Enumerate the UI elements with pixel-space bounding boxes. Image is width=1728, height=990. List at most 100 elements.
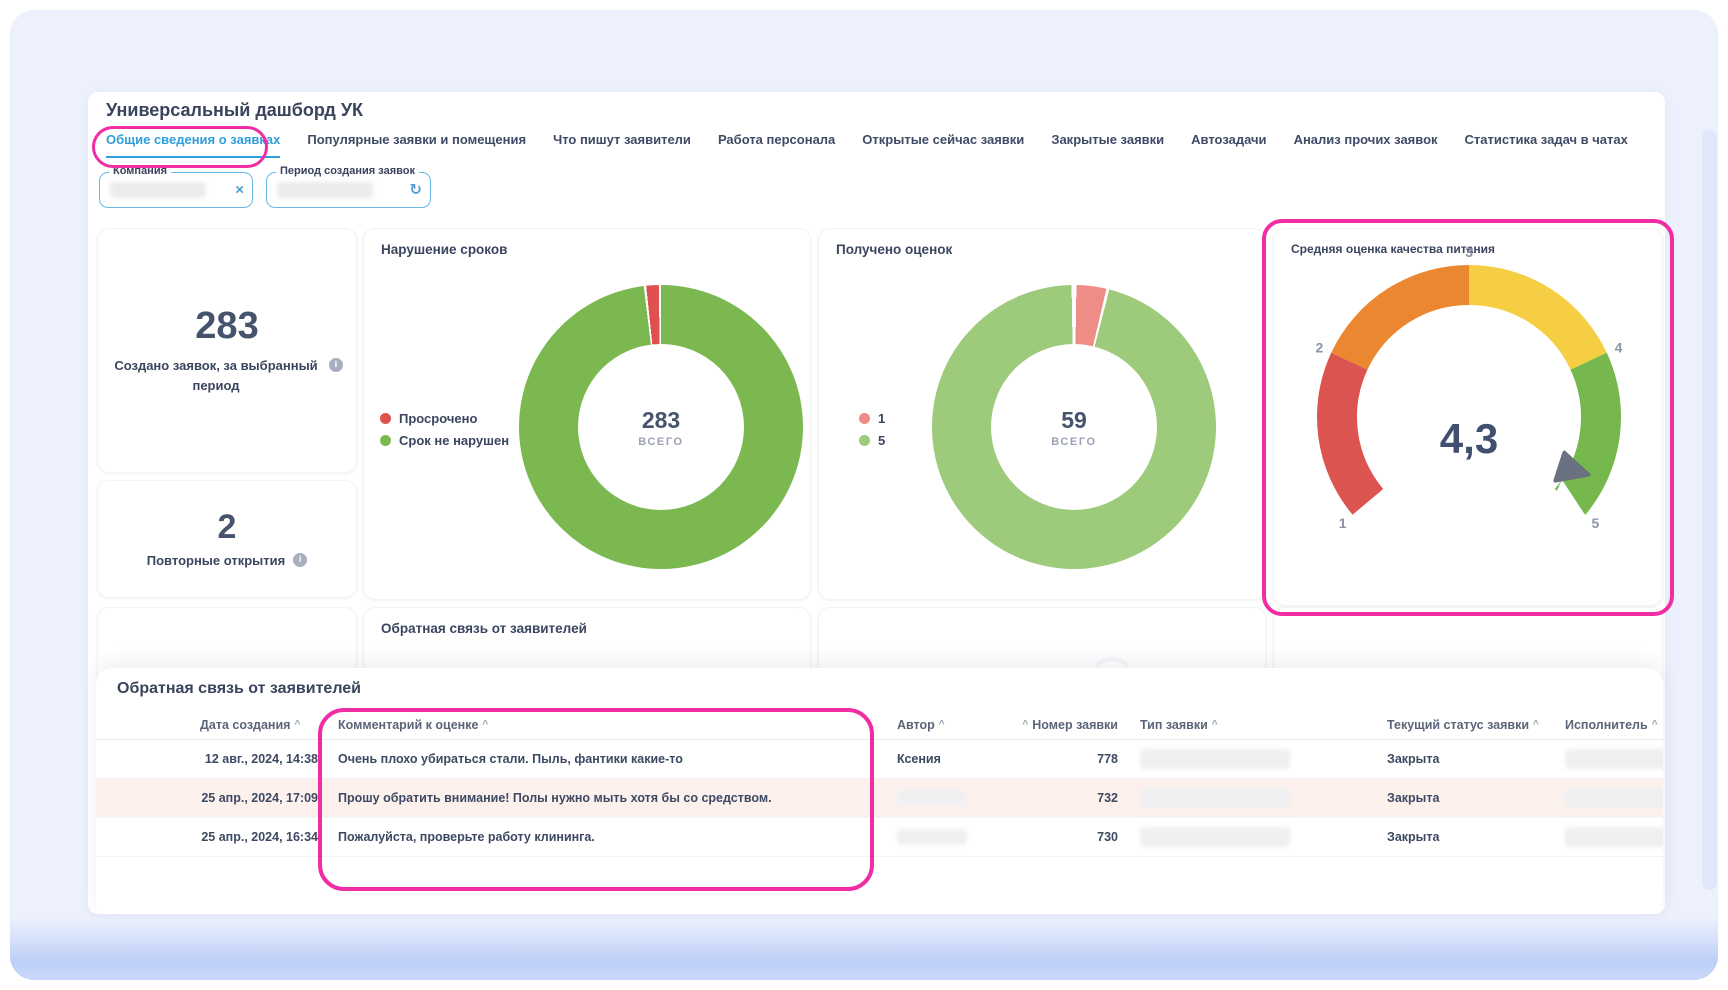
reset-icon[interactable]: ↻ [409, 183, 422, 198]
table-row[interactable]: 25 апр., 2024, 17:09 Прошу обратить вним… [96, 779, 1663, 818]
card-title: Получено оценок [836, 242, 952, 257]
feedback-panel: Обратная связь от заявителей Дата создан… [96, 668, 1663, 914]
column-label: Номер заявки [1032, 718, 1118, 732]
created-requests-label-text: Создано заявок, за выбранный период [114, 358, 317, 393]
sort-caret-icon[interactable]: ^ [1652, 719, 1658, 730]
sort-caret-icon[interactable]: ^ [1022, 719, 1028, 730]
column-label: Тип заявки [1140, 718, 1208, 732]
page-background: Универсальный дашборд УК Общие сведения … [10, 10, 1718, 980]
deadlines-chart-card: Нарушение сроков Просрочено Срок не нару… [363, 228, 811, 600]
sort-caret-icon[interactable]: ^ [294, 719, 300, 730]
redacted-request-type [1140, 788, 1290, 808]
cell-author [897, 779, 1007, 818]
redacted-author [897, 829, 967, 845]
redacted-author [897, 790, 967, 806]
tab-bar: Общие сведения о заявках Популярные заяв… [106, 132, 1628, 158]
donut-total: 283 [642, 407, 680, 434]
tab-open-requests[interactable]: Открытые сейчас заявки [862, 132, 1024, 156]
legend-label: Просрочено [399, 411, 477, 426]
company-filter[interactable]: Компания × [99, 172, 253, 208]
feedback-heading: Обратная связь от заявителей [117, 680, 361, 698]
period-filter-label: Период создания заявок [276, 165, 419, 177]
feedback-table-body: 12 авг., 2024, 14:38 Очень плохо убирать… [96, 740, 1663, 857]
svg-text:3: 3 [1465, 244, 1473, 260]
cell-author [897, 818, 1007, 857]
reopened-requests-label: Повторные открытия i [147, 551, 307, 571]
cell-comment: Пожалуйста, проверьте работу клининга. [338, 818, 878, 857]
column-label: Автор [897, 718, 935, 732]
legend-label: Срок не нарушен [399, 433, 509, 448]
column-header-status[interactable]: Текущий статус заявки ^ [1387, 710, 1537, 740]
company-filter-value-redacted [110, 182, 206, 198]
column-header-request-number[interactable]: ^ Номер заявки [1008, 710, 1118, 740]
column-label: Текущий статус заявки [1387, 718, 1529, 732]
sort-caret-icon[interactable]: ^ [1212, 719, 1218, 730]
cell-request-number: 732 [1008, 779, 1118, 818]
created-requests-card: 283 Создано заявок, за выбранный период … [97, 228, 357, 473]
column-header-assignee[interactable]: Исполнитель ^ [1565, 710, 1663, 740]
column-header-date[interactable]: Дата создания^ [200, 710, 318, 740]
donut-center: 59 ВСЕГО [932, 285, 1216, 569]
tab-what-applicants-write[interactable]: Что пишут заявители [553, 132, 691, 156]
tab-closed-requests[interactable]: Закрытые заявки [1051, 132, 1164, 156]
legend-item-rating-5: 5 [859, 433, 885, 448]
cell-status: Закрыта [1387, 818, 1537, 857]
food-quality-gauge-chart[interactable]: 1 2 3 4 5 4,3 [1274, 229, 1664, 589]
legend-dot [380, 435, 391, 446]
cell-request-type [1140, 779, 1300, 818]
period-filter[interactable]: Период создания заявок ↻ [266, 172, 431, 208]
ratings-chart-card: Получено оценок 1 5 59 ВСЕГО [818, 228, 1266, 600]
column-header-request-type[interactable]: Тип заявки ^ [1140, 710, 1300, 740]
svg-text:5: 5 [1591, 515, 1599, 531]
author-text: Ксения [897, 752, 941, 766]
column-header-comment[interactable]: Комментарий к оценке^ [338, 710, 878, 740]
column-header-author[interactable]: Автор ^ [897, 710, 1007, 740]
created-requests-value: 283 [195, 305, 258, 348]
window-scrollbar[interactable] [1702, 130, 1717, 890]
cell-request-type [1140, 740, 1300, 779]
food-quality-gauge-card: Средняя оценка качества питания 123454,3 [1273, 228, 1663, 606]
svg-text:4: 4 [1615, 339, 1623, 355]
tab-autotasks[interactable]: Автозадачи [1191, 132, 1266, 156]
svg-text:2: 2 [1316, 339, 1324, 355]
legend-dot [859, 435, 870, 446]
cell-date: 25 апр., 2024, 16:34 [200, 818, 318, 857]
svg-text:4,3: 4,3 [1440, 415, 1498, 462]
reopened-requests-label-text: Повторные открытия [147, 553, 285, 568]
cell-comment: Очень плохо убираться стали. Пыль, фанти… [338, 740, 878, 779]
info-icon[interactable]: i [329, 358, 343, 372]
tab-chat-tasks-stats[interactable]: Статистика задач в чатах [1465, 132, 1628, 156]
cell-author: Ксения [897, 740, 1007, 779]
legend: 1 5 [859, 411, 885, 448]
donut-center: 283 ВСЕГО [519, 285, 803, 569]
cell-assignee: с [1565, 779, 1663, 818]
company-filter-label: Компания [109, 165, 171, 177]
cell-date: 12 авг., 2024, 14:38 [200, 740, 318, 779]
cell-date: 25 апр., 2024, 17:09 [200, 779, 318, 818]
info-icon[interactable]: i [293, 553, 307, 567]
cell-comment: Прошу обратить внимание! Полы нужно мыть… [338, 779, 878, 818]
background-decoration [10, 918, 1718, 980]
sort-caret-icon[interactable]: ^ [939, 719, 945, 730]
tab-popular-requests[interactable]: Популярные заявки и помещения [307, 132, 526, 156]
svg-text:1: 1 [1339, 515, 1347, 531]
table-row[interactable]: 25 апр., 2024, 16:34 Пожалуйста, проверь… [96, 818, 1663, 857]
card-title: Нарушение сроков [381, 242, 507, 257]
cell-request-number: 730 [1008, 818, 1118, 857]
filter-bar: Компания × Период создания заявок ↻ [99, 172, 431, 208]
sort-caret-icon[interactable]: ^ [1533, 719, 1539, 730]
ratings-donut-chart[interactable]: 59 ВСЕГО [932, 285, 1216, 569]
clear-icon[interactable]: × [235, 183, 244, 198]
redacted-request-type [1140, 827, 1290, 847]
donut-total: 59 [1061, 407, 1087, 434]
tab-staff-work[interactable]: Работа персонала [718, 132, 835, 156]
column-label: Исполнитель [1565, 718, 1648, 732]
tab-other-requests-analysis[interactable]: Анализ прочих заявок [1294, 132, 1438, 156]
table-row[interactable]: 12 авг., 2024, 14:38 Очень плохо убирать… [96, 740, 1663, 779]
tab-general-info[interactable]: Общие сведения о заявках [106, 132, 280, 158]
deadlines-donut-chart[interactable]: 283 ВСЕГО [519, 285, 803, 569]
sort-caret-icon[interactable]: ^ [482, 719, 488, 730]
cell-assignee: с [1565, 740, 1663, 779]
legend-label: 5 [878, 433, 885, 448]
legend-dot [859, 413, 870, 424]
